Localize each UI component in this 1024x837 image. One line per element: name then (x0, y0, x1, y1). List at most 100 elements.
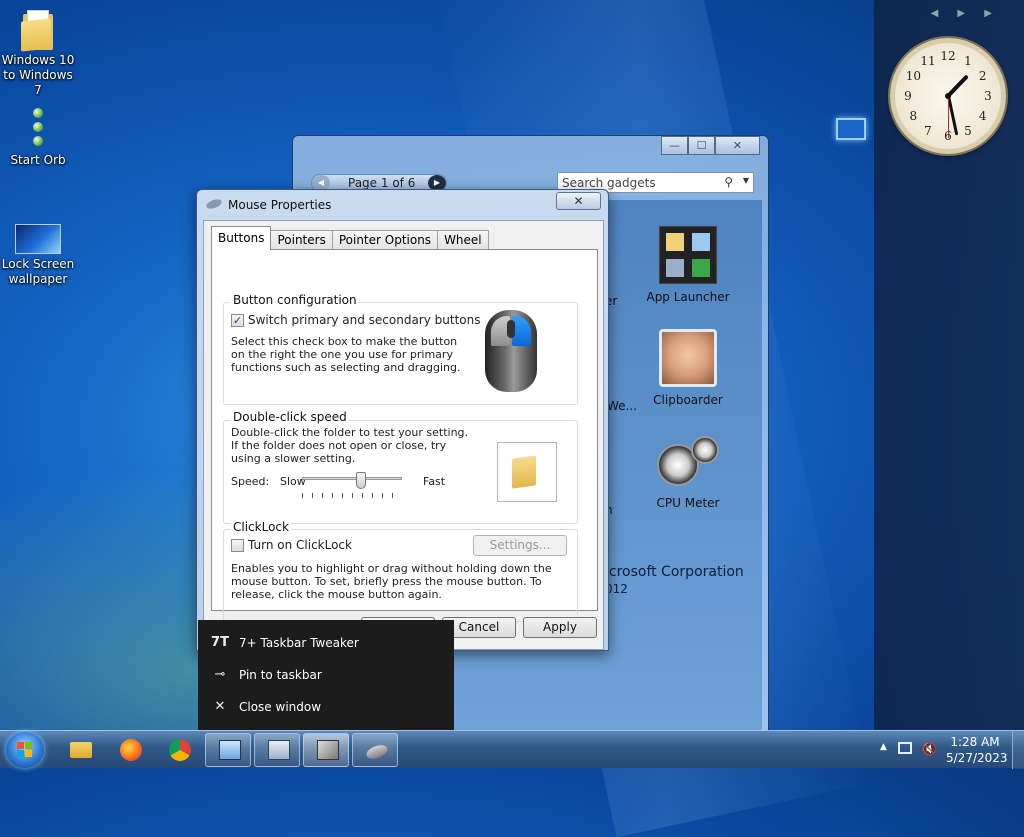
fast-label: Fast (423, 475, 446, 488)
show-hidden-icons-icon[interactable]: ▲ (880, 742, 887, 752)
app-launcher-icon (659, 226, 717, 284)
jump-item-label: Pin to taskbar (239, 668, 322, 682)
mouse-icon (364, 742, 390, 762)
gadget-label: Clipboarder (653, 393, 723, 407)
jump-item-label: Close window (239, 700, 322, 714)
dialog-title: Mouse Properties (228, 198, 332, 212)
double-click-speed-slider[interactable] (302, 472, 402, 498)
jump-item-pin[interactable]: ⊸ Pin to taskbar (198, 660, 454, 690)
jump-item-label: 7+ Taskbar Tweaker (239, 636, 359, 650)
clock-numeral: 9 (904, 89, 912, 103)
desktop-icon-start-orb[interactable]: Start Orb (0, 106, 78, 168)
desktop-icon-label: Windows 10 to Windows 7 (1, 53, 75, 97)
clock-numeral: 11 (920, 54, 936, 69)
group-title: ClickLock (231, 520, 291, 534)
clicklock-checkbox[interactable] (231, 539, 244, 552)
show-desktop-button[interactable] (1012, 731, 1024, 769)
mouse-icon (205, 197, 223, 211)
tab-wheel[interactable]: Wheel (437, 230, 489, 250)
tab-pointers[interactable]: Pointers (270, 230, 333, 250)
close-button[interactable]: ✕ (556, 192, 601, 210)
jump-list-menu: 7T 7+ Taskbar Tweaker ⊸ Pin to taskbar ✕… (198, 620, 454, 730)
taskbar-date: 5/27/2023 (946, 751, 1008, 765)
gadget-label: App Launcher (646, 290, 730, 304)
clock-numeral: 2 (978, 69, 987, 83)
file-explorer-icon (70, 742, 92, 758)
search-icon[interactable]: ⚲ (724, 175, 733, 189)
volume-muted-icon[interactable]: 🔇 (922, 742, 937, 756)
clock-numeral: 1 (964, 54, 972, 69)
switch-buttons-label: Switch primary and secondary buttons (248, 313, 481, 327)
wallpaper-icon (15, 224, 61, 254)
group-title: Button configuration (231, 293, 359, 307)
clipboarder-icon (659, 329, 717, 387)
desktop-icon-win10-to-win7[interactable]: Windows 10 to Windows 7 (0, 8, 78, 98)
group-title: Double-click speed (231, 410, 349, 424)
mouse-icon (485, 310, 537, 392)
gadget-cpu-meter[interactable]: CPU Meter (643, 436, 733, 510)
jump-item-taskbar-tweaker[interactable]: 7T 7+ Taskbar Tweaker (198, 628, 454, 658)
taskbar-taskbar-tweaker[interactable] (303, 733, 349, 767)
close-button[interactable]: ✕ (715, 136, 760, 155)
taskbar-file-explorer[interactable] (57, 733, 103, 767)
jump-item-close-window[interactable]: ✕ Close window (198, 692, 454, 722)
gadget-app-launcher[interactable]: App Launcher (643, 226, 733, 304)
maximize-button[interactable]: ☐ (688, 136, 715, 155)
gadget-label: CPU Meter (656, 496, 720, 510)
publisher-text: icrosoft Corporation (605, 564, 744, 580)
taskbar-clock[interactable]: 1:28 AM 5/27/2023 (946, 734, 1008, 766)
tab-pointer-options[interactable]: Pointer Options (331, 230, 439, 250)
gadget-clipboarder[interactable]: Clipboarder (643, 329, 733, 407)
chrome-icon (169, 739, 191, 761)
clock-numeral: 10 (905, 69, 921, 83)
sidebar-nav-icon[interactable]: ◀ ▶ ▶ (931, 8, 1000, 19)
minimize-button[interactable]: — (661, 136, 688, 155)
taskbar-chrome[interactable] (156, 733, 202, 767)
clock-numeral: 6 (944, 129, 952, 143)
taskbar-tweaker-icon: 7T (211, 635, 229, 650)
clock-gadget[interactable]: 1 2 3 4 5 6 7 8 9 10 11 12 (890, 38, 1006, 154)
search-placeholder: Search gadgets (562, 176, 656, 190)
taskbar-tweaker-icon (317, 740, 339, 760)
control-panel-icon (219, 740, 241, 760)
dialog-body: Buttons Pointers Pointer Options Wheel B… (203, 220, 604, 650)
taskbar-control-panel[interactable] (205, 733, 251, 767)
clicklock-description: Enables you to highlight or drag without… (231, 562, 552, 601)
start-orb-icon (31, 106, 45, 150)
sidebar-mini-icon[interactable] (836, 118, 866, 140)
clicklock-label: Turn on ClickLock (248, 538, 352, 552)
clock-numeral: 8 (909, 109, 918, 123)
apply-button[interactable]: Apply (523, 617, 597, 638)
tab-strip: Buttons Pointers Pointer Options Wheel (211, 226, 489, 250)
cpu-meter-icon (657, 436, 719, 486)
desktop-icon-label: Lock Screen wallpaper (1, 257, 75, 286)
network-icon[interactable] (898, 742, 912, 754)
desktop-icon-lock-screen[interactable]: Lock Screen wallpaper (0, 224, 78, 287)
speed-label: Speed: (231, 475, 270, 488)
double-click-description: Double-click the folder to test your set… (231, 426, 469, 465)
test-folder-icon[interactable] (497, 442, 557, 502)
slider-thumb[interactable] (356, 472, 366, 489)
clicklock-settings-button[interactable]: Settings... (473, 535, 567, 556)
taskbar-firefox[interactable] (107, 733, 153, 767)
clock-numeral: 4 (978, 109, 987, 123)
page-indicator: Page 1 of 6 (348, 176, 416, 190)
device-manager-icon (268, 740, 290, 760)
taskbar-device-manager[interactable] (254, 733, 300, 767)
pin-icon: ⊸ (214, 667, 226, 682)
mouse-properties-dialog: Mouse Properties ✕ Buttons Pointers Poin… (196, 189, 609, 651)
clock-numeral: 7 (924, 123, 932, 138)
tab-buttons[interactable]: Buttons (211, 226, 272, 250)
switch-buttons-checkbox[interactable]: ✓ (231, 314, 244, 327)
taskbar: ▲ 🔇 1:28 AM 5/27/2023 (0, 730, 1024, 769)
clock-numeral: 5 (964, 123, 972, 138)
button-config-description: Select this check box to make the button… (231, 335, 461, 374)
taskbar-mouse-properties[interactable] (352, 733, 398, 767)
partial-gadget-label: We... (607, 399, 637, 413)
clock-numeral: 3 (984, 89, 992, 103)
taskbar-time: 1:28 AM (950, 735, 1000, 749)
start-button[interactable] (6, 732, 44, 768)
buttons-tab-page: Button configuration ✓ Switch primary an… (211, 249, 598, 622)
folder-icon (21, 8, 55, 52)
dropdown-arrow-icon[interactable]: ▼ (743, 176, 749, 185)
